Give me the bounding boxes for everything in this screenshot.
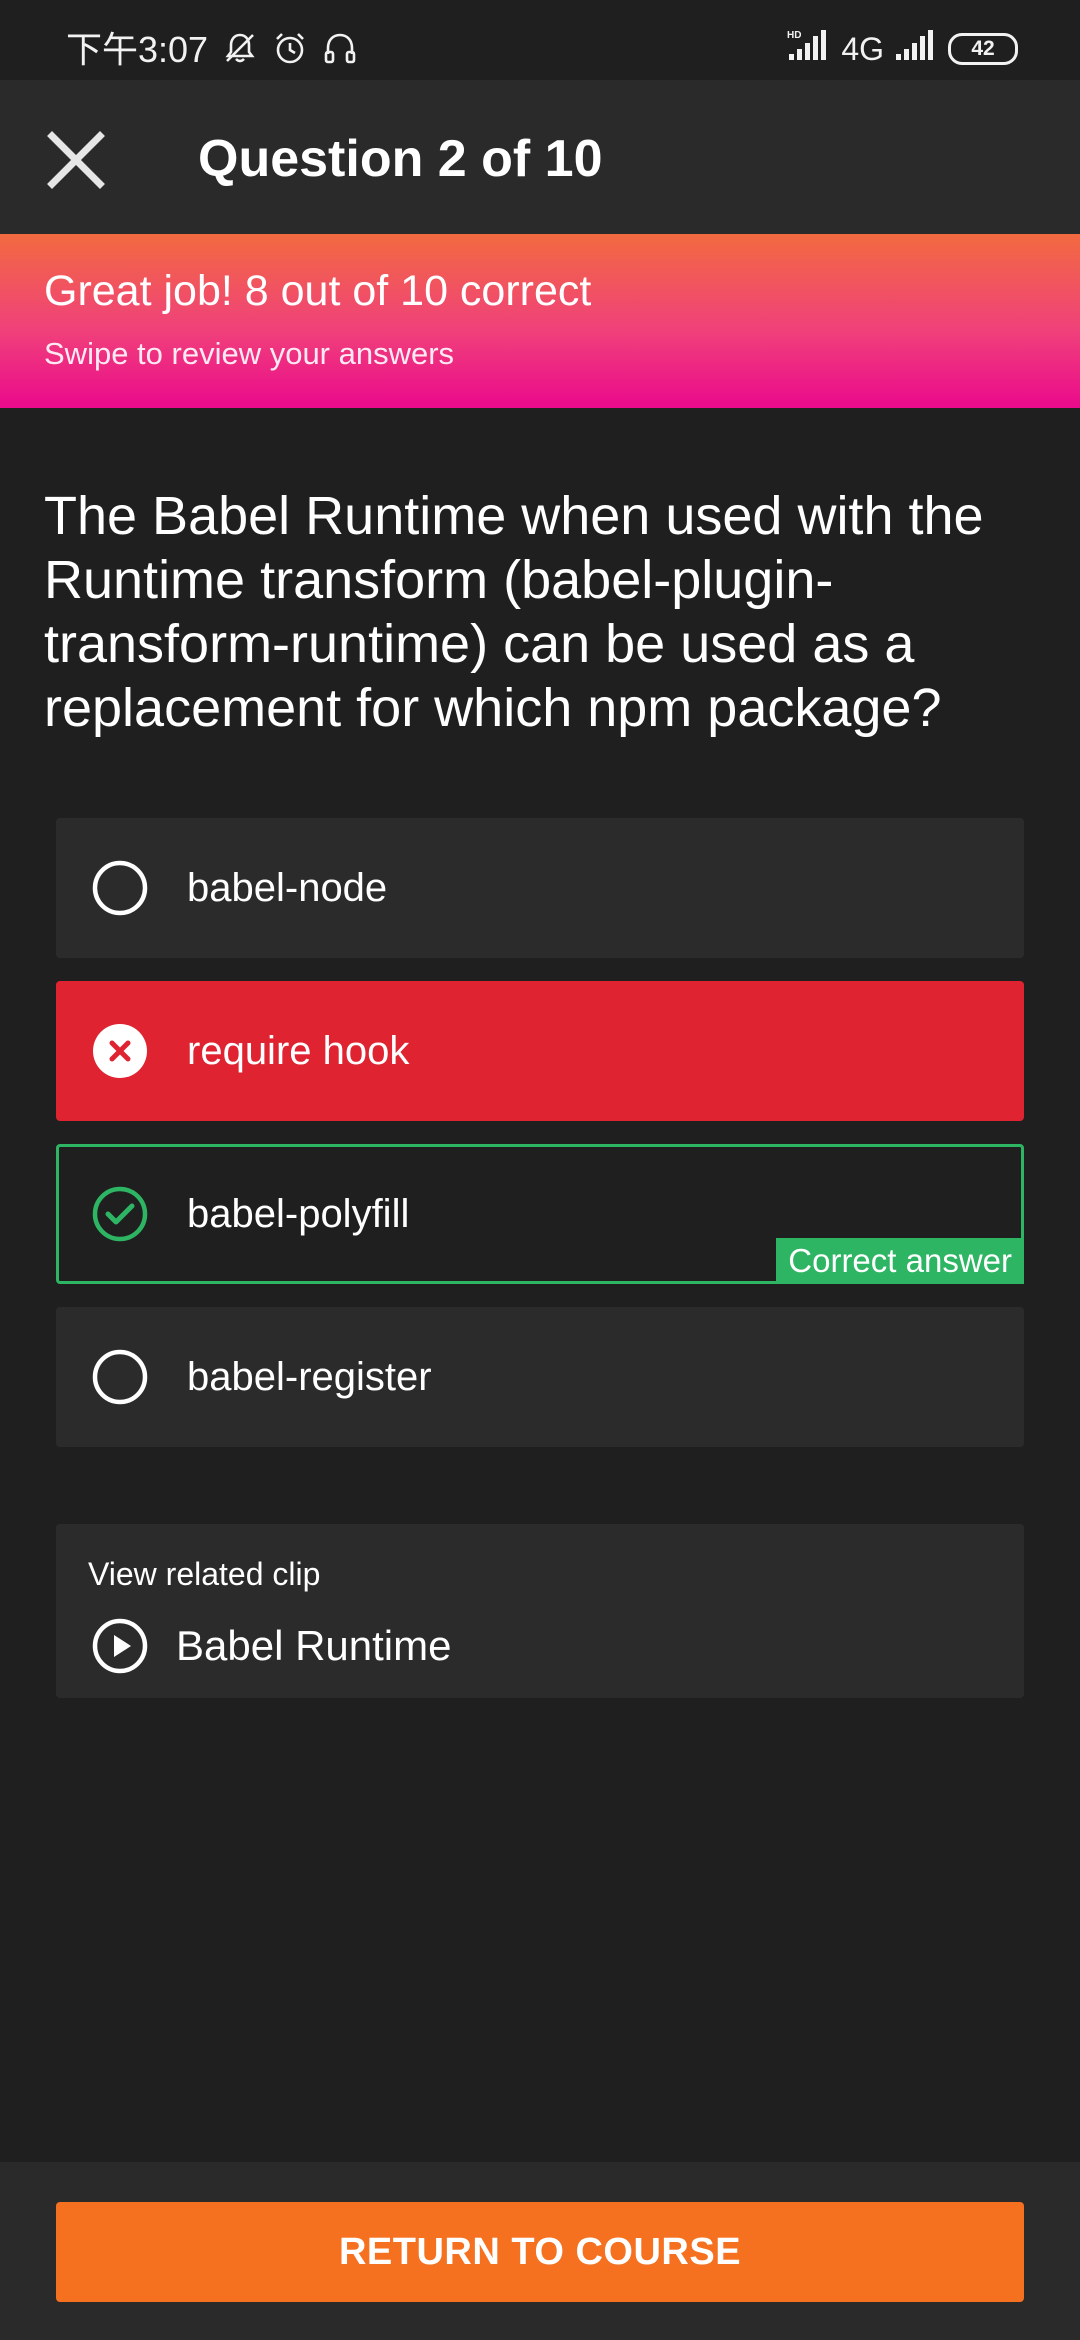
radio-empty-icon [92, 1349, 148, 1405]
answer-option[interactable]: babel-node [56, 818, 1024, 958]
check-circle-icon [92, 1186, 148, 1242]
radio-empty-icon [92, 860, 148, 916]
answer-option-wrong[interactable]: require hook [56, 981, 1024, 1121]
related-clip-card[interactable]: View related clip Babel Runtime [56, 1524, 1024, 1698]
mute-bell-icon [222, 30, 258, 66]
hd-signal-icon: HD [787, 28, 831, 69]
return-to-course-button[interactable]: RETURN TO COURSE [56, 2202, 1024, 2302]
result-banner[interactable]: Great job! 8 out of 10 correct Swipe to … [0, 234, 1080, 408]
related-clip-caption: View related clip [88, 1556, 321, 1592]
alarm-icon [272, 30, 308, 66]
cross-circle-icon [93, 1024, 147, 1078]
answer-option[interactable]: babel-register [56, 1307, 1024, 1447]
headset-icon [322, 30, 358, 66]
question-text: The Babel Runtime when used with the Run… [44, 486, 984, 738]
footer: RETURN TO COURSE [0, 2162, 1080, 2340]
header: Question 2 of 10 [0, 80, 1080, 234]
battery-icon: 42 [948, 32, 1018, 65]
close-button[interactable] [40, 124, 112, 196]
answer-option-label: require hook [187, 1029, 410, 1073]
answer-option-correct[interactable]: babel-polyfill Correct answer [56, 1144, 1024, 1284]
battery-level: 42 [971, 36, 995, 60]
correct-answer-badge: Correct answer [776, 1238, 1024, 1284]
answer-option-label: babel-node [187, 866, 388, 910]
signal-icon [894, 28, 938, 69]
play-circle-icon [92, 1618, 148, 1674]
status-bar: 下午3:07 HD 4G 42 [0, 0, 1080, 80]
close-icon [47, 131, 105, 189]
status-left-icons [222, 30, 358, 66]
status-right: HD 4G 42 [787, 28, 1018, 69]
svg-text:HD: HD [787, 30, 801, 41]
banner-subtitle: Swipe to review your answers [44, 336, 455, 371]
banner-title: Great job! 8 out of 10 correct [44, 267, 592, 315]
page-title: Question 2 of 10 [198, 130, 603, 188]
network-label: 4G [841, 30, 884, 67]
status-time: 下午3:07 [66, 29, 209, 70]
answer-option-label: babel-register [187, 1355, 432, 1399]
related-clip-title: Babel Runtime [176, 1622, 452, 1669]
answer-option-label: babel-polyfill [187, 1192, 410, 1236]
